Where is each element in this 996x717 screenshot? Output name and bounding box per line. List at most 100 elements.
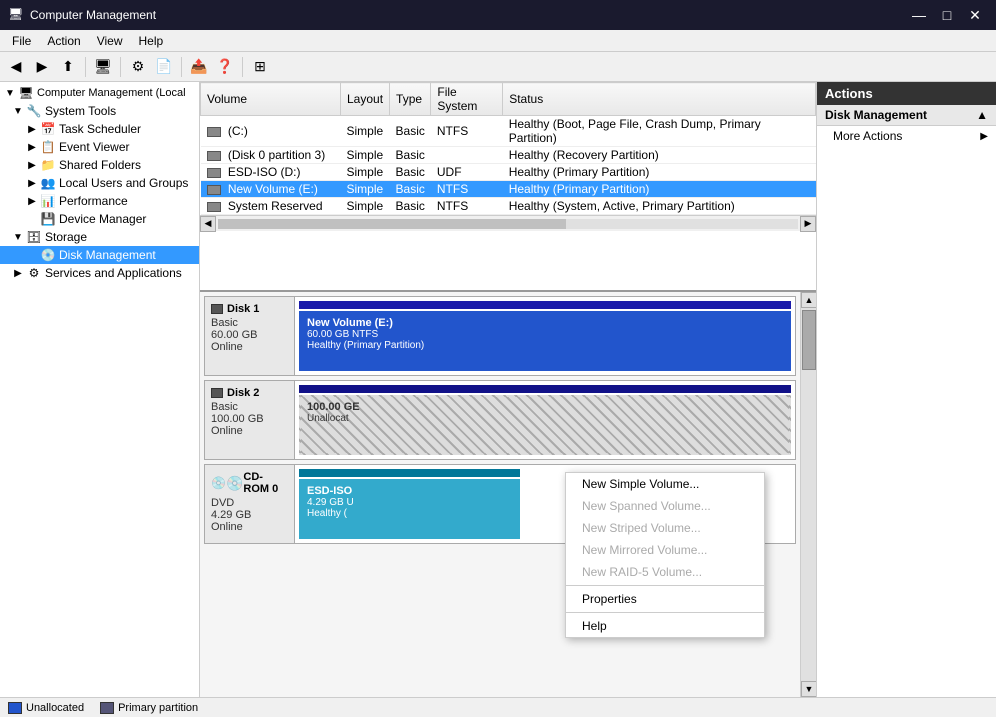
tree-item-computer-management[interactable]: ▼ 🖥 Computer Management (Local <box>0 84 199 102</box>
actions-section-label: Disk Management <box>825 108 927 122</box>
tree-item-system-tools[interactable]: ▼ 🔧 System Tools <box>0 102 199 120</box>
tree-item-storage[interactable]: ▼ 🗄 Storage <box>0 228 199 246</box>
shared-folders-icon: 📁 <box>40 157 56 173</box>
cell-layout: Simple <box>341 198 390 215</box>
event-viewer-icon: 📋 <box>40 139 56 155</box>
col-filesystem: File System <box>431 83 503 116</box>
cell-layout: Simple <box>341 116 390 147</box>
part-unalloc-label: Unallocat <box>307 413 783 424</box>
ctx-new-simple-volume[interactable]: New Simple Volume... <box>566 473 764 495</box>
new-window-button[interactable]: 📄 <box>152 55 176 79</box>
cell-volume: New Volume (E:) <box>201 181 341 198</box>
esdiso-name: ESD-ISO <box>307 485 512 497</box>
view-button[interactable]: ⊞ <box>248 55 272 79</box>
legend-primary-box <box>100 702 114 714</box>
toggle-ev: ▶ <box>24 142 40 153</box>
expand-icon: ▼ <box>2 88 18 99</box>
disk1-name: Disk 1 <box>211 303 288 315</box>
tree-item-task-scheduler[interactable]: ▶ 📅 Task Scheduler <box>0 120 199 138</box>
cell-fs <box>431 147 503 164</box>
cell-volume: System Reserved <box>201 198 341 215</box>
ctx-new-spanned-volume: New Spanned Volume... <box>566 495 764 517</box>
system-tools-icon: 🔧 <box>26 103 42 119</box>
cell-fs: NTFS <box>431 181 503 198</box>
volume-table-row[interactable]: System Reserved Simple Basic NTFS Health… <box>201 198 816 215</box>
menu-file[interactable]: File <box>4 32 39 50</box>
ctx-help[interactable]: Help <box>566 615 764 637</box>
scroll-up-btn[interactable]: ▲ <box>801 292 816 308</box>
export-button[interactable]: 📤 <box>187 55 211 79</box>
ctx-new-mirrored-volume: New Mirrored Volume... <box>566 539 764 561</box>
cell-fs: NTFS <box>431 116 503 147</box>
cell-status: Healthy (Primary Partition) <box>503 164 816 181</box>
volume-table-row[interactable]: (C:) Simple Basic NTFS Healthy (Boot, Pa… <box>201 116 816 147</box>
tree-item-performance[interactable]: ▶ 📊 Performance <box>0 192 199 210</box>
minimize-button[interactable]: — <box>906 5 932 25</box>
up-button[interactable]: ⬆ <box>56 55 80 79</box>
disk1-size: 60.00 GB <box>211 329 288 341</box>
toggle-lu: ▶ <box>24 178 40 189</box>
more-actions-arrow: ▶ <box>980 131 988 142</box>
tree-item-event-viewer[interactable]: ▶ 📋 Event Viewer <box>0 138 199 156</box>
volume-table-row[interactable]: ESD-ISO (D:) Simple Basic UDF Healthy (P… <box>201 164 816 181</box>
ctx-new-striped-volume: New Striped Volume... <box>566 517 764 539</box>
disk2-type: Basic <box>211 401 288 413</box>
menu-view[interactable]: View <box>89 32 131 50</box>
cdrom0-status: Online <box>211 521 288 533</box>
tree-item-local-users[interactable]: ▶ 👥 Local Users and Groups <box>0 174 199 192</box>
tree-item-disk-management[interactable]: 💿 Disk Management <box>0 246 199 264</box>
actions-more-actions[interactable]: More Actions ▶ <box>817 126 996 146</box>
right-panel: Volume Layout Type File System Status (C… <box>200 82 816 697</box>
scroll-down-btn[interactable]: ▼ <box>801 681 816 697</box>
cell-fs: NTFS <box>431 198 503 215</box>
cdrom0-partition-esdiso[interactable]: ESD-ISO 4.29 GB U Healthy ( <box>299 479 520 539</box>
actions-panel: Actions Disk Management ▲ More Actions ▶ <box>816 82 996 697</box>
legend-unallocated: Unallocated <box>8 702 84 714</box>
forward-button[interactable]: ▶ <box>30 55 54 79</box>
disk2-partition-unalloc[interactable]: 100.00 GE Unallocat <box>299 395 791 455</box>
ctx-new-raid5-volume: New RAID-5 Volume... <box>566 561 764 583</box>
menu-bar: File Action View Help <box>0 30 996 52</box>
part-status: Healthy (Primary Partition) <box>307 340 783 351</box>
esdiso-size: 4.29 GB U <box>307 497 512 508</box>
volume-table-row[interactable]: New Volume (E:) Simple Basic NTFS Health… <box>201 181 816 198</box>
tree-item-device-manager[interactable]: 💾 Device Manager <box>0 210 199 228</box>
disk2-info: Disk 2 Basic 100.00 GB Online <box>205 381 295 459</box>
cell-volume: (C:) <box>201 116 341 147</box>
help-toolbar-button[interactable]: ❓ <box>213 55 237 79</box>
cell-type: Basic <box>390 147 431 164</box>
back-button[interactable]: ◀ <box>4 55 28 79</box>
col-layout: Layout <box>341 83 390 116</box>
cell-status: Healthy (Recovery Partition) <box>503 147 816 164</box>
tree-item-shared-folders[interactable]: ▶ 📁 Shared Folders <box>0 156 199 174</box>
ctx-properties[interactable]: Properties <box>566 588 764 610</box>
computer-icon: 🖥 <box>18 85 34 101</box>
volume-table-row[interactable]: (Disk 0 partition 3) Simple Basic Health… <box>201 147 816 164</box>
cell-fs: UDF <box>431 164 503 181</box>
menu-help[interactable]: Help <box>131 32 172 50</box>
disk1-map: New Volume (E:) 60.00 GB NTFS Healthy (P… <box>295 297 795 375</box>
expand-icon-st: ▼ <box>10 106 26 117</box>
show-hide-tree-button[interactable]: 🖥 <box>91 55 115 79</box>
maximize-button[interactable]: □ <box>934 5 960 25</box>
tree-label-dm: Device Manager <box>59 212 146 226</box>
cell-type: Basic <box>390 181 431 198</box>
menu-action[interactable]: Action <box>39 32 88 50</box>
legend-unallocated-label: Unallocated <box>26 702 84 714</box>
disk2-map: 100.00 GE Unallocat <box>295 381 795 459</box>
toggle-sa: ▶ <box>10 268 26 279</box>
close-button[interactable]: ✕ <box>962 5 988 25</box>
part-name: New Volume (E:) <box>307 317 783 329</box>
title-bar: 🖥 Computer Management — □ ✕ <box>0 0 996 30</box>
properties-button[interactable]: ⚙ <box>126 55 150 79</box>
actions-collapse-icon: ▲ <box>976 108 988 122</box>
tree-label-perf: Performance <box>59 194 128 208</box>
cdrom0-size: 4.29 GB <box>211 509 288 521</box>
disk1-status: Online <box>211 341 288 353</box>
disk1-partition-e[interactable]: New Volume (E:) 60.00 GB NTFS Healthy (P… <box>299 311 791 371</box>
tree-item-services-apps[interactable]: ▶ ⚙ Services and Applications <box>0 264 199 282</box>
actions-section-disk-management[interactable]: Disk Management ▲ <box>817 105 996 126</box>
col-type: Type <box>390 83 431 116</box>
legend-unallocated-box <box>8 702 22 714</box>
more-actions-label: More Actions <box>833 129 902 143</box>
